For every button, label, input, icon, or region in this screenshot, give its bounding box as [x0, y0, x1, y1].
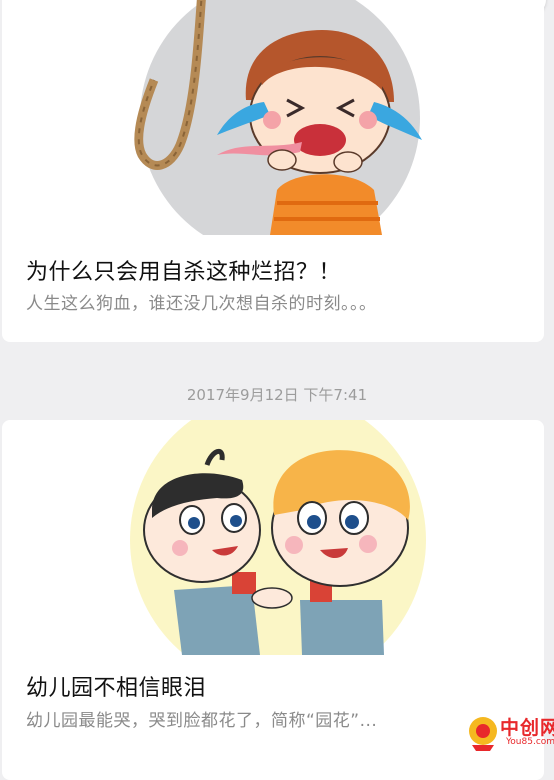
article-title: 幼儿园不相信眼泪 [26, 676, 207, 701]
article-summary: 幼儿园最能哭，哭到脸都花了，简称“园花”... [26, 711, 378, 731]
article-card-2[interactable]: 幼儿园不相信眼泪 幼儿园最能哭，哭到脸都花了，简称“园花”... [2, 420, 544, 780]
watermark-subtext: You85.com [506, 737, 554, 747]
article-illustration-crying-cartoon [134, 0, 422, 235]
watermark-emblem-icon [469, 717, 497, 751]
article-card-1[interactable]: 为什么只会用自杀这种烂招？！ 人生这么狗血，谁还没几次想自杀的时刻。。。 [2, 0, 544, 342]
message-timestamp: 2017年9月12日 下午7:41 [186, 386, 368, 404]
article-summary: 人生这么狗血，谁还没几次想自杀的时刻。。。 [26, 294, 377, 314]
watermark-text: 中创网 [500, 717, 554, 739]
watermark-logo: 中创网 You85.com [466, 711, 554, 755]
article-illustration-two-crying-kids [130, 420, 426, 655]
article-title: 为什么只会用自杀这种烂招？！ [26, 260, 342, 285]
